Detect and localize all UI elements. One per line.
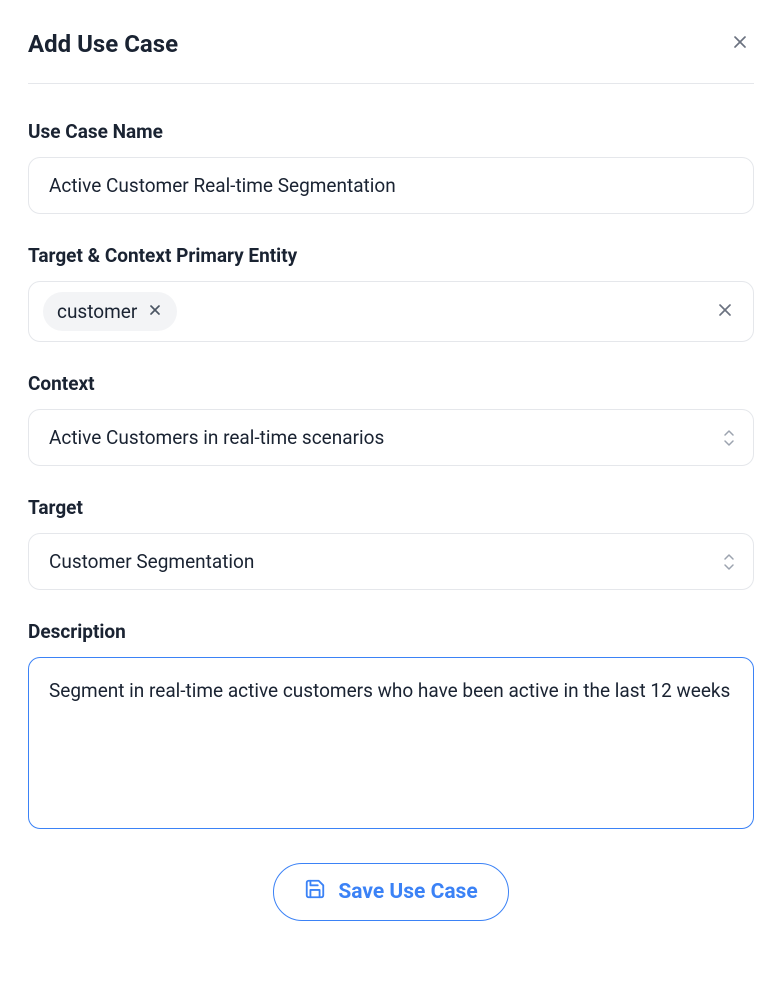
use-case-name-group: Use Case Name bbox=[28, 120, 754, 214]
primary-entity-group: Target & Context Primary Entity customer bbox=[28, 244, 754, 342]
use-case-name-label: Use Case Name bbox=[28, 120, 754, 143]
save-icon bbox=[304, 878, 326, 906]
close-button[interactable] bbox=[726, 28, 754, 59]
primary-entity-label: Target & Context Primary Entity bbox=[28, 244, 754, 267]
dialog-header: Add Use Case bbox=[28, 28, 754, 84]
use-case-name-input[interactable] bbox=[28, 157, 754, 214]
entity-tag: customer bbox=[43, 292, 177, 331]
target-select-wrapper: Customer Segmentation bbox=[28, 533, 754, 590]
close-icon bbox=[147, 302, 163, 321]
dialog-title: Add Use Case bbox=[28, 30, 178, 58]
description-group: Description Segment in real-time active … bbox=[28, 620, 754, 833]
description-textarea[interactable]: Segment in real-time active customers wh… bbox=[28, 657, 754, 829]
entity-tag-remove-button[interactable] bbox=[147, 302, 163, 321]
save-button[interactable]: Save Use Case bbox=[273, 863, 508, 921]
primary-entity-input[interactable]: customer bbox=[28, 281, 754, 342]
context-label: Context bbox=[28, 372, 754, 395]
entity-tag-label: customer bbox=[57, 300, 137, 323]
context-group: Context Active Customers in real-time sc… bbox=[28, 372, 754, 466]
target-label: Target bbox=[28, 496, 754, 519]
context-select[interactable]: Active Customers in real-time scenarios bbox=[28, 409, 754, 466]
description-label: Description bbox=[28, 620, 754, 643]
close-icon bbox=[730, 32, 750, 55]
save-button-label: Save Use Case bbox=[338, 880, 477, 904]
save-button-wrapper: Save Use Case bbox=[28, 863, 754, 921]
target-group: Target Customer Segmentation bbox=[28, 496, 754, 590]
context-select-wrapper: Active Customers in real-time scenarios bbox=[28, 409, 754, 466]
target-select[interactable]: Customer Segmentation bbox=[28, 533, 754, 590]
close-icon bbox=[715, 300, 735, 323]
entity-clear-button[interactable] bbox=[711, 296, 739, 327]
